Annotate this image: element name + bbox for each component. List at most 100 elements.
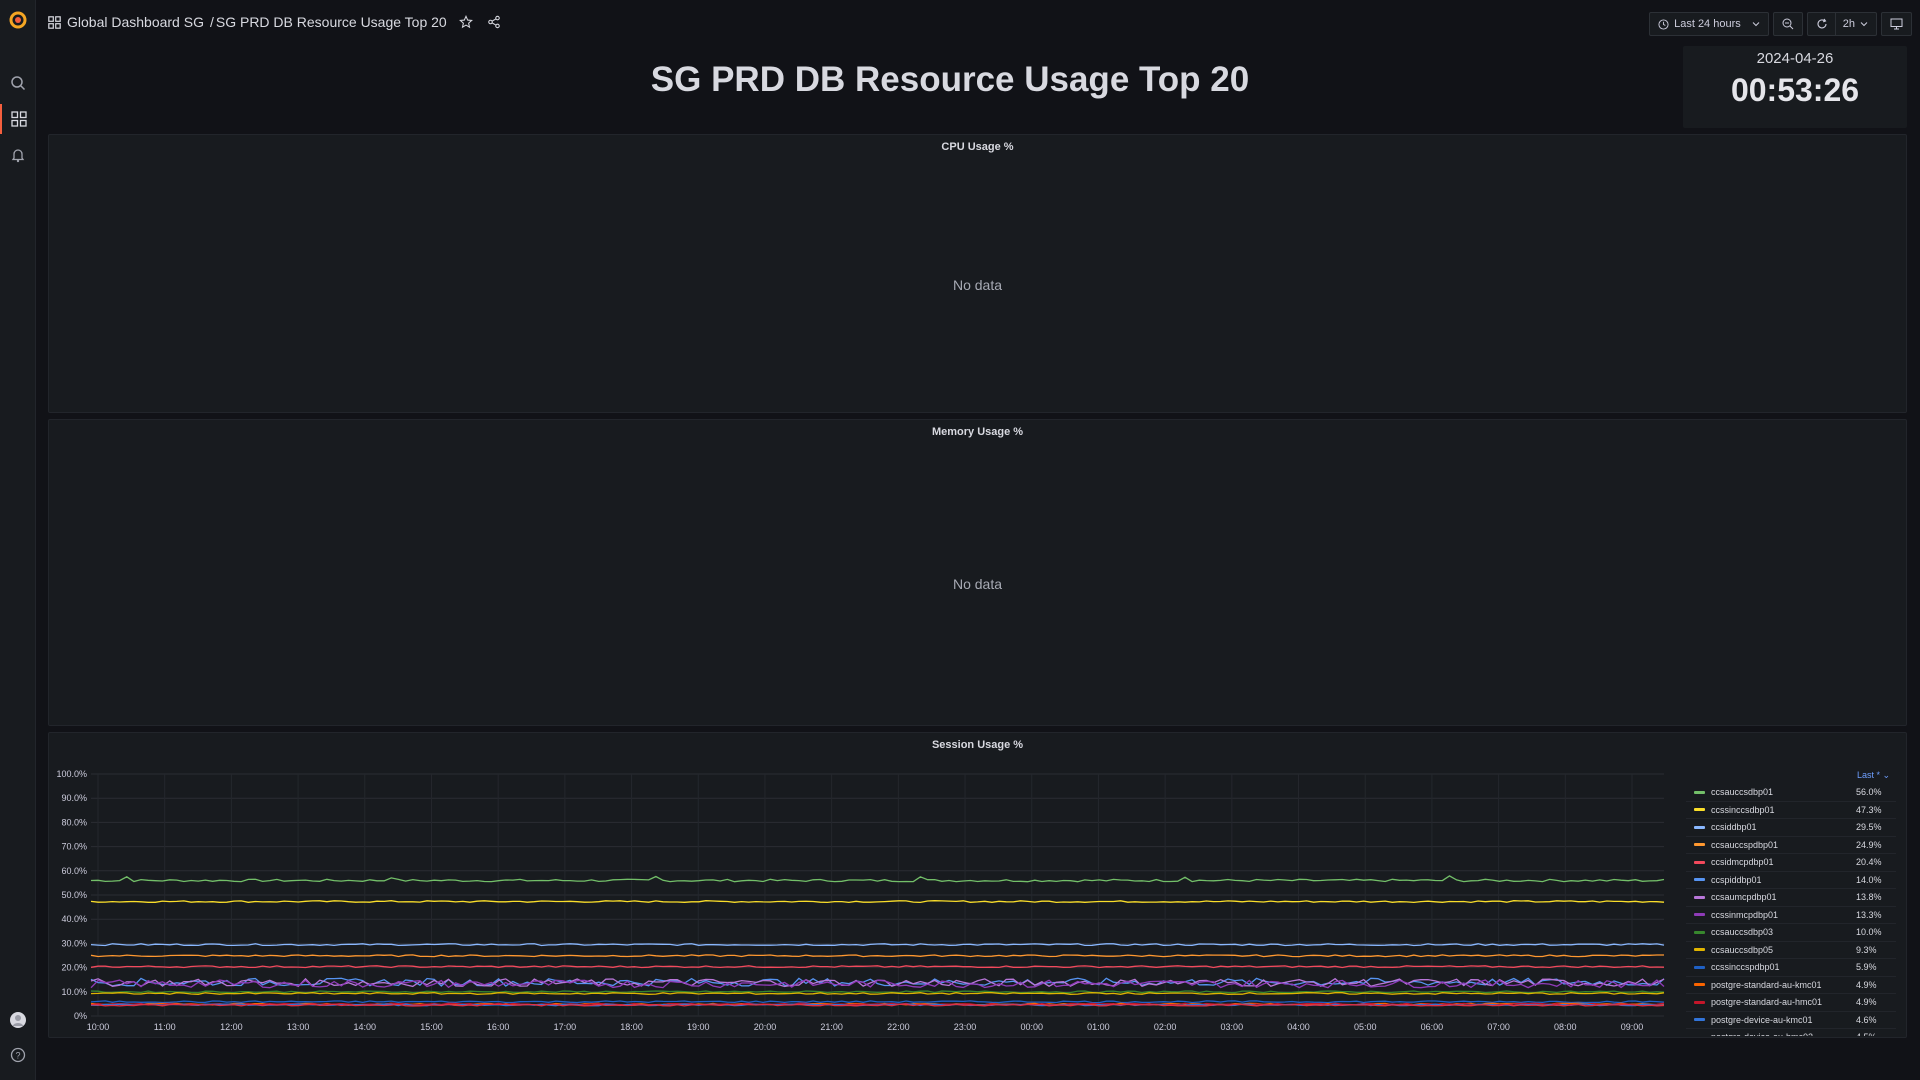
legend-item[interactable]: ccsidmcpdbp01 20.4%	[1686, 854, 1896, 872]
memory-usage-panel: Memory Usage % No data	[48, 419, 1907, 726]
legend-item[interactable]: ccsauccsdbp05 9.3%	[1686, 942, 1896, 959]
y-tick-label: 100.0%	[56, 769, 87, 779]
legend-item[interactable]: ccspiddbp01 14.0%	[1686, 872, 1896, 889]
legend-swatch	[1694, 1018, 1705, 1022]
toolbar: Last 24 hours 2h	[1649, 12, 1912, 36]
legend-swatch	[1694, 895, 1705, 899]
legend-series-name: ccssinccsdbp01	[1711, 804, 1775, 815]
x-tick-label: 10:00	[87, 1022, 110, 1032]
breadcrumb-separator: /	[209, 14, 214, 30]
tv-mode-button[interactable]	[1881, 12, 1912, 36]
legend-swatch	[1694, 878, 1705, 882]
series-line	[90, 1000, 1665, 1004]
legend-swatch	[1694, 843, 1705, 847]
legend-last-value: 13.8%	[1856, 892, 1882, 903]
sidebar: ?	[0, 0, 36, 1080]
legend-item[interactable]: ccsauccsdbp01 56.0%	[1686, 784, 1896, 802]
y-tick-label: 30.0%	[61, 938, 87, 948]
x-tick-label: 04:00	[1287, 1022, 1310, 1032]
legend-series-name: postgre-standard-au-hmc01	[1711, 997, 1823, 1008]
legend-last-value: 56.0%	[1856, 787, 1882, 798]
x-tick-label: 02:00	[1154, 1022, 1177, 1032]
dashboards-icon[interactable]	[0, 104, 36, 134]
legend-last-value: 4.9%	[1856, 979, 1877, 990]
avatar[interactable]	[0, 1005, 36, 1035]
legend-swatch	[1694, 913, 1705, 917]
session-usage-chart[interactable]: 0% 10.0% 20.0% 30.0% 40.0% 50.0% 60.0% 70.0% 80.…	[48, 760, 1682, 1038]
x-tick-label: 23:00	[954, 1022, 977, 1032]
y-tick-label: 90.0%	[61, 793, 87, 803]
refresh-interval-label: 2h	[1842, 18, 1855, 30]
breadcrumb-folder[interactable]: Global Dashboard SG	[67, 14, 204, 30]
legend-swatch	[1694, 790, 1705, 794]
legend-item[interactable]: postgre-standard-au-hmc01 4.9%	[1686, 994, 1896, 1012]
time-range-picker[interactable]: Last 24 hours	[1649, 12, 1769, 36]
legend-last-value: 10.0%	[1856, 927, 1882, 938]
legend-series-name: ccsauccsdbp01	[1711, 787, 1774, 798]
x-tick-label: 15:00	[420, 1022, 443, 1032]
clock-panel: 2024-04-26 00:53:26	[1683, 46, 1907, 128]
legend-last-value: 13.3%	[1856, 909, 1882, 920]
legend-last-value: 47.3%	[1856, 804, 1882, 815]
y-tick-label: 50.0%	[61, 890, 87, 900]
x-tick-label: 19:00	[687, 1022, 710, 1032]
legend-item[interactable]: postgre-standard-au-kmc01 4.9%	[1686, 977, 1896, 994]
legend-item[interactable]: ccsiddbp01 29.5%	[1686, 819, 1896, 837]
zoom-out-button[interactable]	[1772, 12, 1803, 36]
refresh-icon[interactable]	[1816, 18, 1828, 30]
panel-title[interactable]: Memory Usage %	[49, 426, 1906, 438]
breadcrumb: Global Dashboard SG / SG PRD DB Resource…	[48, 14, 501, 30]
legend-item[interactable]: ccssinccspdbp01 5.9%	[1686, 959, 1896, 977]
x-tick-label: 07:00	[1487, 1022, 1510, 1032]
legend-series-name: ccsauccsdbp03	[1711, 927, 1774, 938]
y-tick-label: 60.0%	[61, 866, 87, 876]
grafana-logo-icon[interactable]	[0, 5, 36, 35]
refresh-picker[interactable]: 2h	[1806, 12, 1877, 36]
help-icon[interactable]: ?	[0, 1040, 36, 1070]
legend-swatch	[1694, 860, 1705, 864]
legend-swatch	[1694, 930, 1705, 934]
legend-last-value: 24.9%	[1856, 839, 1882, 850]
x-tick-label: 18:00	[620, 1022, 643, 1032]
dashboards-icon	[48, 15, 61, 29]
series-line	[90, 943, 1665, 947]
series-line	[90, 900, 1665, 904]
legend-item[interactable]: postgre-device-au-kmc01 4.6%	[1686, 1012, 1896, 1029]
series-line	[90, 954, 1664, 958]
clock-time: 00:53:26	[1730, 72, 1860, 108]
legend-item[interactable]: ccsauccsdbp03 10.0%	[1686, 924, 1896, 942]
legend-item[interactable]: ccssinccsdbp01 47.3%	[1686, 802, 1896, 819]
chevron-down-icon	[1752, 22, 1760, 27]
x-tick-label: 16:00	[487, 1022, 510, 1032]
panel-title[interactable]: Session Usage %	[49, 739, 1906, 751]
share-icon[interactable]	[487, 15, 501, 29]
legend-series-name: ccsauccspdbp01	[1711, 839, 1779, 850]
legend-series-name: ccsaumcpdbp01	[1711, 892, 1777, 903]
x-tick-label: 01:00	[1087, 1022, 1110, 1032]
legend-series-name: ccssinccspdbp01	[1711, 962, 1780, 973]
x-tick-label: 17:00	[554, 1022, 577, 1032]
legend-item[interactable]: postgre-device-au-hmc024.5%	[1686, 1029, 1896, 1036]
x-tick-label: 00:00	[1020, 1022, 1043, 1032]
legend-last-value: 20.4%	[1856, 857, 1882, 868]
breadcrumb-dashboard[interactable]: SG PRD DB Resource Usage Top 20	[216, 14, 447, 30]
search-icon[interactable]	[0, 68, 36, 98]
x-tick-label: 21:00	[820, 1022, 843, 1032]
panel-title[interactable]: CPU Usage %	[49, 141, 1906, 153]
legend-item[interactable]: ccssinmcpdbp01 13.3%	[1686, 907, 1896, 924]
top-bar: Global Dashboard SG / SG PRD DB Resource…	[36, 0, 1920, 46]
no-data-message: No data	[952, 277, 1003, 293]
star-icon[interactable]	[458, 15, 473, 29]
x-tick-label: 05:00	[1354, 1022, 1377, 1032]
time-range-label: Last 24 hours	[1674, 18, 1741, 30]
legend-item[interactable]: ccsaumcpdbp01 13.8%	[1686, 889, 1896, 907]
y-tick-label: 80.0%	[61, 817, 87, 827]
legend-series-name: postgre-device-au-kmc01	[1711, 1014, 1813, 1025]
legend-sort-header[interactable]: Last * ⌄	[1686, 770, 1896, 784]
session-legend: Last * ⌄ ccsauccsdbp01 56.0% ccssinccsdbp0…	[1686, 770, 1896, 1036]
x-tick-label: 03:00	[1221, 1022, 1244, 1032]
legend-item[interactable]: ccsauccspdbp01 24.9%	[1686, 837, 1896, 854]
bell-icon[interactable]	[0, 140, 36, 170]
monitor-icon	[1890, 18, 1903, 30]
legend-series-name: postgre-standard-au-kmc01	[1711, 979, 1822, 990]
